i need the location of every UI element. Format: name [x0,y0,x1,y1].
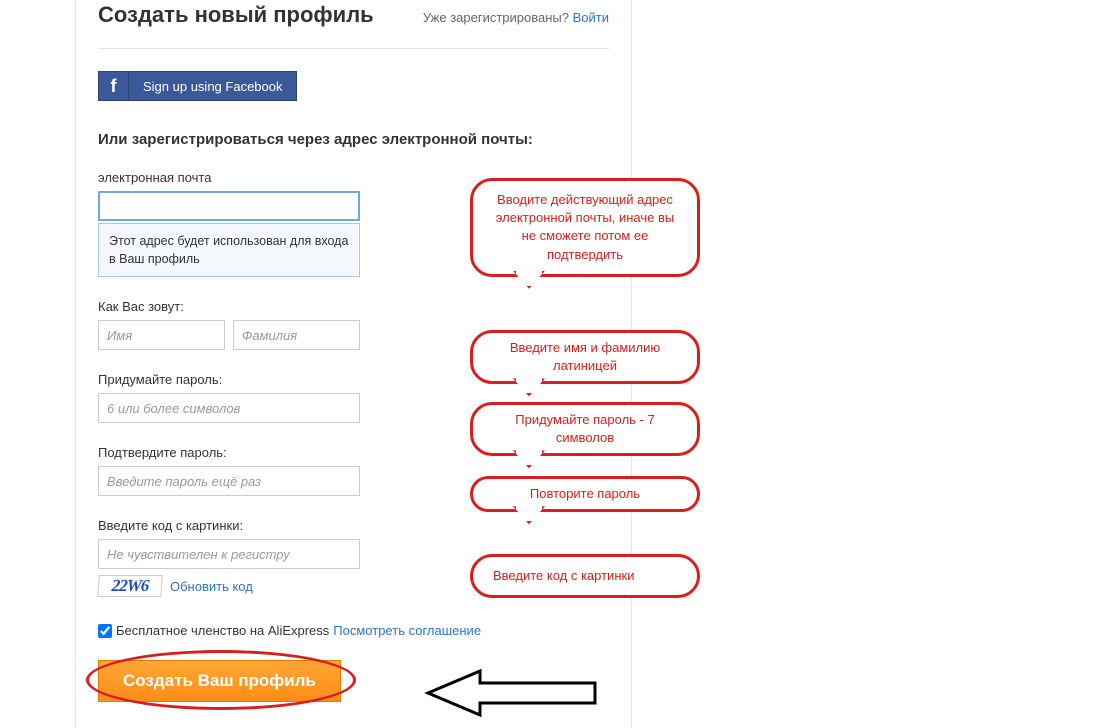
header: Создать новый профиль Уже зарегистрирова… [98,0,609,49]
annotation-confirm: Повторите пароль [470,476,700,512]
email-hint: Этот адрес будет использован для входа в… [98,223,360,277]
captcha-input[interactable] [98,539,360,569]
email-input[interactable] [98,191,360,221]
first-name-input[interactable] [98,320,225,350]
agreement-text: Бесплатное членство на AliExpress [116,623,329,638]
submit-wrap: Создать Ваш профиль [98,660,609,702]
facebook-label: Sign up using Facebook [129,79,296,94]
already-registered: Уже зарегистрированы? Войти [423,10,609,25]
facebook-icon: f [99,71,129,101]
already-text: Уже зарегистрированы? [423,10,573,25]
name-label: Как Вас зовут: [98,299,609,314]
agreement-checkbox[interactable] [98,624,112,638]
captcha-image: 22W6 [97,575,163,597]
agreement-link[interactable]: Посмотреть соглашение [333,623,481,638]
email-section-heading: Или зарегистрироваться через адрес элект… [98,131,609,148]
captcha-refresh-link[interactable]: Обновить код [170,579,253,594]
confirm-password-input[interactable] [98,466,360,496]
login-link[interactable]: Войти [573,10,609,25]
create-profile-button[interactable]: Создать Ваш профиль [98,660,341,702]
annotation-password: Придумайте пароль - 7 символов [470,402,700,456]
agreement-row: Бесплатное членство на AliExpress Посмот… [98,623,609,638]
facebook-signup-button[interactable]: f Sign up using Facebook [98,71,297,101]
page-title: Создать новый профиль [98,2,374,28]
annotation-email: Вводите действующий адрес электронной по… [470,178,700,277]
last-name-input[interactable] [233,320,360,350]
captcha-label: Введите код с картинки: [98,518,609,533]
annotation-captcha: Введите код с картинки [470,554,700,598]
annotation-name: Введите имя и фамилию латиницей [470,330,700,384]
password-input[interactable] [98,393,360,423]
